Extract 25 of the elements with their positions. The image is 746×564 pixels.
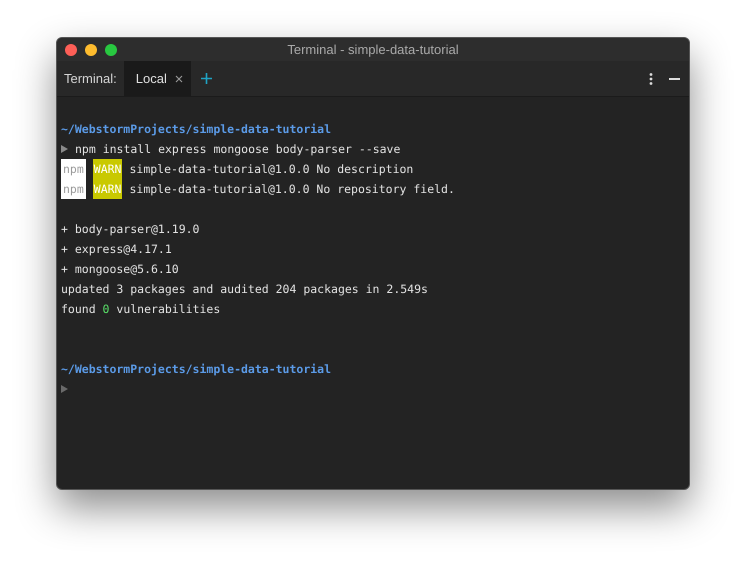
- output-line: + body-parser@1.19.0: [61, 222, 200, 236]
- source-badge: npm: [61, 179, 86, 199]
- terminal-tab[interactable]: Local: [124, 61, 191, 96]
- output-line: + mongoose@5.6.10: [61, 262, 179, 276]
- source-badge: npm: [61, 159, 86, 179]
- window-title: Terminal - simple-data-tutorial: [287, 42, 459, 57]
- warning-badge: WARN: [92, 159, 122, 179]
- more-icon[interactable]: [649, 72, 653, 84]
- output-line: found 0 vulnerabilities: [61, 302, 220, 316]
- directory-path: ~/WebstormProjects/simple-data-tutorial: [61, 362, 332, 376]
- warning-badge: WARN: [92, 179, 122, 199]
- output-line: + express@4.17.1: [61, 242, 172, 256]
- minimize-button[interactable]: [85, 44, 97, 56]
- prompt-icon: [61, 385, 68, 393]
- command-text: npm install express mongoose body-parser --save: [75, 142, 400, 156]
- output-line: updated 3 packages and audited 204 packages in 2.549s: [61, 282, 428, 296]
- close-icon[interactable]: [174, 74, 183, 82]
- directory-path: ~/WebstormProjects/simple-data-tutorial: [61, 122, 332, 136]
- warning-message: simple-data-tutorial@1.0.0 No description: [129, 162, 414, 176]
- prompt-icon: [61, 145, 68, 153]
- toolbar-label: Terminal:: [63, 71, 118, 86]
- zoom-button[interactable]: [105, 44, 117, 56]
- add-icon[interactable]: [200, 73, 212, 84]
- close-button[interactable]: [65, 44, 77, 56]
- warning-message: simple-data-tutorial@1.0.0 No repository field.: [129, 182, 455, 196]
